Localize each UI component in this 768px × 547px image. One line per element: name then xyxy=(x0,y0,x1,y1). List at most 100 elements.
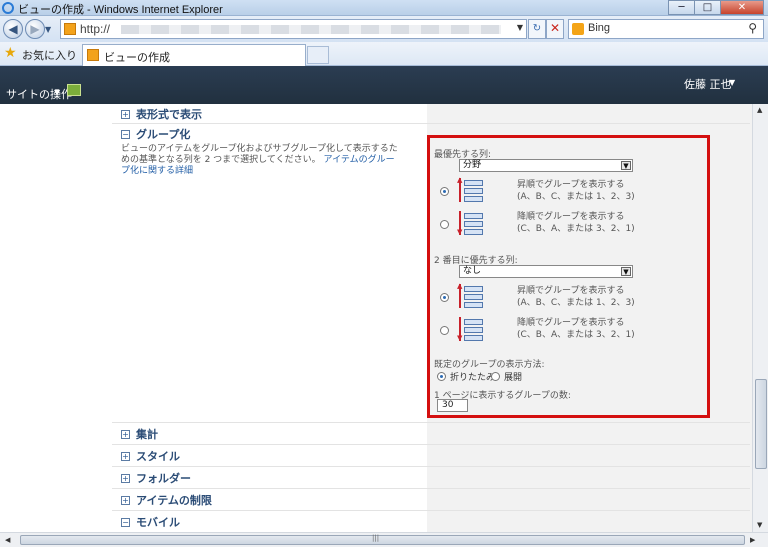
section-group-by-title[interactable]: グループ化 xyxy=(136,128,190,141)
vertical-scrollbar[interactable]: ▲ ▼ xyxy=(752,104,768,532)
descending-sort-icon: ▼ xyxy=(457,316,484,342)
section-totals-title[interactable]: 集計 xyxy=(136,428,158,441)
first-ascending-radio[interactable] xyxy=(440,187,449,196)
second-group-value: なし xyxy=(463,266,482,276)
expand-icon[interactable]: + xyxy=(121,451,130,461)
scroll-up-icon[interactable]: ▲ xyxy=(757,106,762,114)
collapse-radio[interactable] xyxy=(437,372,446,381)
section-item-limit[interactable]: + アイテムの制限 xyxy=(121,492,212,507)
divider xyxy=(112,123,750,124)
horizontal-scrollbar[interactable]: ◀ ||| ▶ xyxy=(0,532,768,547)
collapse-icon[interactable]: − xyxy=(121,129,130,139)
back-arrow-icon[interactable]: ◀ xyxy=(3,19,23,39)
collapse-radio-label: 折りたたみ xyxy=(450,373,496,383)
page-favicon xyxy=(64,23,76,35)
scroll-grip-icon: ||| xyxy=(372,534,380,542)
ascending-label-line1: 昇順でグループを表示する xyxy=(517,286,625,296)
scroll-left-icon[interactable]: ◀ xyxy=(5,536,10,544)
section-group-by[interactable]: − グループ化 xyxy=(121,126,190,141)
divider xyxy=(112,510,750,511)
section-style[interactable]: + スタイル xyxy=(121,448,180,463)
favorites-bar: ★ お気に入り ビューの作成 xyxy=(0,42,768,66)
chevron-down-icon[interactable]: ▼ xyxy=(621,161,631,170)
second-ascending-radio[interactable] xyxy=(440,293,449,302)
first-group-value: 分野 xyxy=(463,160,482,170)
default-display-label: 既定のグループの表示方法: xyxy=(434,360,545,370)
site-actions-menu[interactable]: サイトの操作 xyxy=(6,86,72,102)
address-bar[interactable]: http:// ▼ xyxy=(60,19,527,39)
second-descending-label: 降順でグループを表示する (C、B、A、または 3、2、1) xyxy=(517,317,635,341)
view-settings-content: + 表形式で表示 − グループ化 ビューのアイテムをグループ化およびサブグループ化し… xyxy=(0,104,752,532)
divider xyxy=(112,444,750,445)
ascending-sort-icon: ▲ xyxy=(457,283,484,309)
expand-icon[interactable]: + xyxy=(121,495,130,505)
horizontal-scroll-thumb[interactable] xyxy=(20,535,745,545)
search-engine-label: Bing xyxy=(588,22,611,34)
second-descending-radio[interactable] xyxy=(440,326,449,335)
minimize-button[interactable]: ─ xyxy=(668,0,694,15)
expand-icon[interactable]: + xyxy=(121,473,130,483)
section-totals[interactable]: + 集計 xyxy=(121,426,158,441)
section-item-limit-title[interactable]: アイテムの制限 xyxy=(136,494,212,507)
divider xyxy=(112,422,750,423)
descending-label-line2: (C、B、A、または 3、2、1) xyxy=(517,224,635,234)
descending-sort-icon: ▼ xyxy=(457,210,484,236)
favorites-button[interactable]: お気に入り xyxy=(22,47,77,63)
scroll-right-icon[interactable]: ▶ xyxy=(750,536,755,544)
ascending-label-line1: 昇順でグループを表示する xyxy=(517,180,625,190)
scroll-down-icon[interactable]: ▼ xyxy=(757,521,762,529)
expand-radio-label: 展開 xyxy=(504,373,523,383)
history-dropdown-icon[interactable]: ▼ xyxy=(45,25,51,34)
address-dropdown-icon[interactable]: ▼ xyxy=(517,23,523,32)
group-by-description: ビューのアイテムをグループ化およびサブグループ化して表示するための基準となる列を… xyxy=(121,144,401,177)
user-menu[interactable]: 佐藤 正也 xyxy=(684,76,732,92)
descending-label-line1: 降順でグループを表示する xyxy=(517,318,625,328)
window-title-bar: ビューの作成 - Windows Internet Explorer ─ □ ✕ xyxy=(0,0,768,16)
collapse-icon[interactable]: − xyxy=(121,517,130,527)
refresh-icon[interactable]: ↻ xyxy=(528,19,546,39)
maximize-button[interactable]: □ xyxy=(694,0,720,15)
section-folders[interactable]: + フォルダー xyxy=(121,470,191,485)
stop-icon[interactable]: ✕ xyxy=(546,19,564,39)
expand-radio[interactable] xyxy=(491,372,500,381)
first-group-select[interactable]: 分野 ▼ xyxy=(459,159,633,172)
vertical-scroll-thumb[interactable] xyxy=(755,379,767,469)
address-url-redacted xyxy=(121,25,501,34)
address-toolbar: ◀ ▶ ▼ http:// ▼ ↻ ✕ Bing ⚲ xyxy=(0,16,768,42)
section-tabular[interactable]: + 表形式で表示 xyxy=(121,106,202,121)
ascending-sort-icon: ▲ xyxy=(457,177,484,203)
section-mobile[interactable]: − モバイル xyxy=(121,514,180,529)
edit-page-icon[interactable] xyxy=(67,84,81,96)
ascending-label-line2: (A、B、C、または 1、2、3) xyxy=(517,192,635,202)
section-mobile-title[interactable]: モバイル xyxy=(136,516,180,529)
descending-label-line2: (C、B、A、または 3、2、1) xyxy=(517,330,635,340)
window-title: ビューの作成 - Windows Internet Explorer xyxy=(18,4,223,16)
ie-logo-icon xyxy=(2,2,14,14)
section-style-title[interactable]: スタイル xyxy=(136,450,180,463)
expand-icon[interactable]: + xyxy=(121,109,130,119)
site-actions-dropdown-icon[interactable]: ▼ xyxy=(54,88,60,97)
section-tabular-title[interactable]: 表形式で表示 xyxy=(136,108,202,121)
browser-tab[interactable]: ビューの作成 xyxy=(82,44,306,66)
tab-favicon xyxy=(87,49,99,61)
address-url[interactable]: http:// xyxy=(80,22,110,36)
user-menu-dropdown-icon[interactable]: ▼ xyxy=(729,78,735,87)
expand-icon[interactable]: + xyxy=(121,429,130,439)
search-icon[interactable]: ⚲ xyxy=(748,21,757,35)
sharepoint-ribbon: サイトの操作 ▼ 佐藤 正也 ▼ xyxy=(0,66,768,104)
section-folders-title[interactable]: フォルダー xyxy=(136,472,191,485)
close-button[interactable]: ✕ xyxy=(720,0,764,15)
chevron-down-icon[interactable]: ▼ xyxy=(621,267,631,276)
search-box[interactable]: Bing ⚲ xyxy=(568,19,764,39)
favorites-star-icon[interactable]: ★ xyxy=(4,45,17,61)
descending-label-line1: 降順でグループを表示する xyxy=(517,212,625,222)
tab-title: ビューの作成 xyxy=(104,51,170,64)
groups-per-page-input[interactable]: 30 xyxy=(437,399,468,412)
forward-arrow-icon[interactable]: ▶ xyxy=(25,19,45,39)
first-descending-radio[interactable] xyxy=(440,220,449,229)
first-ascending-label: 昇順でグループを表示する (A、B、C、または 1、2、3) xyxy=(517,179,635,203)
new-tab-button[interactable] xyxy=(307,46,329,64)
bing-icon xyxy=(572,23,584,35)
second-group-select[interactable]: なし ▼ xyxy=(459,265,633,278)
divider xyxy=(112,488,750,489)
